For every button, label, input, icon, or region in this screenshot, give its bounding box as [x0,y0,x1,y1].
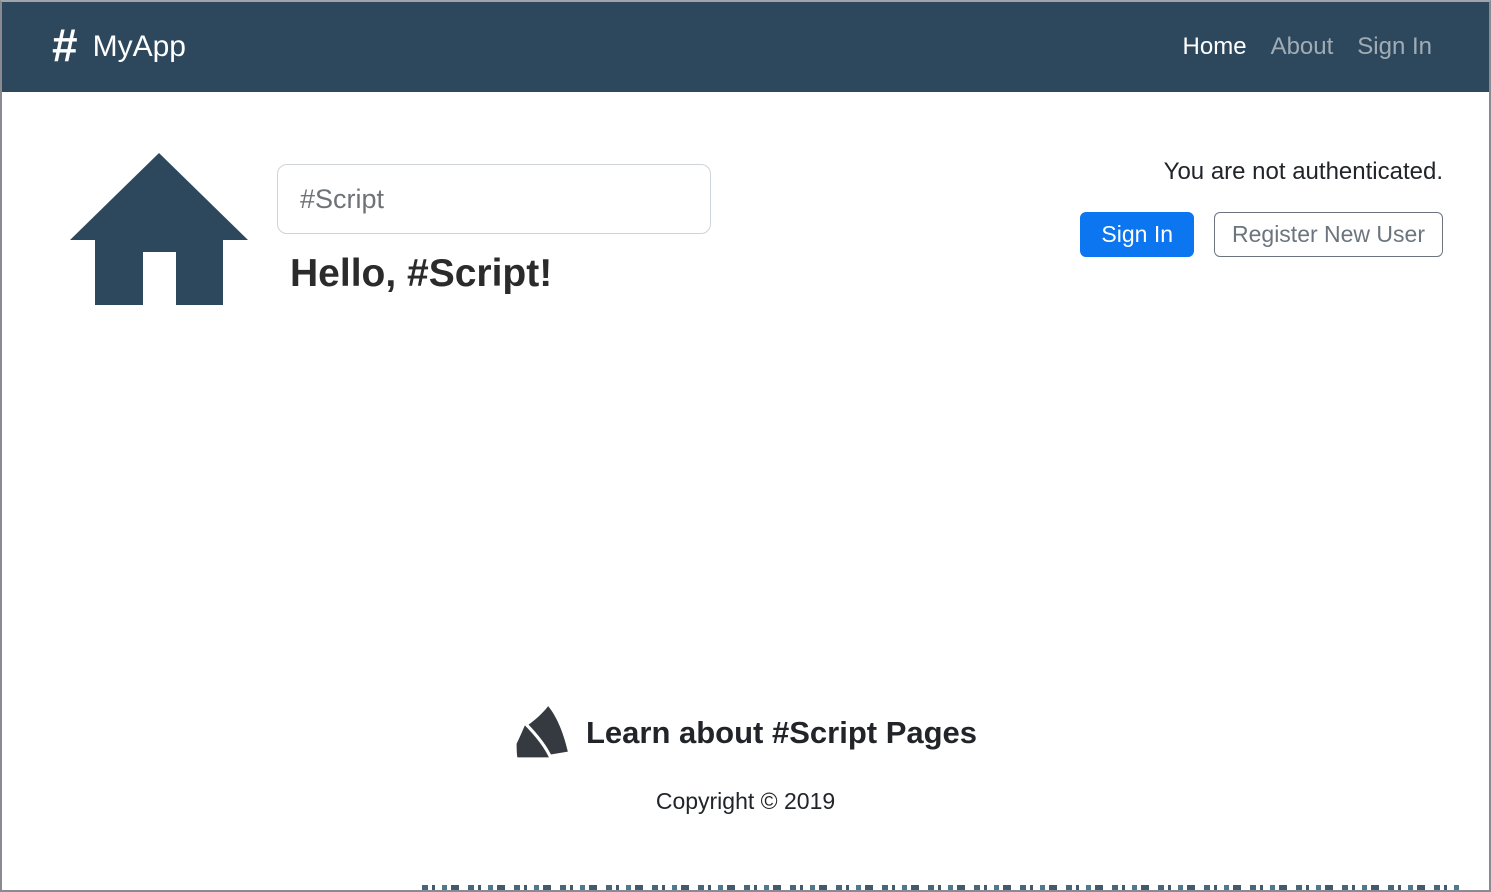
nav-link-sign-in[interactable]: Sign In [1357,33,1432,61]
nav-links: Home About Sign In [1183,33,1432,61]
script-input[interactable] [277,164,711,234]
house-icon [70,153,248,305]
sign-in-button[interactable]: Sign In [1080,212,1194,257]
learn-link-label: Learn about #Script Pages [585,715,978,750]
register-new-user-button[interactable]: Register New User [1214,212,1443,257]
hash-icon: # [52,19,78,71]
shark-fin-icon [513,705,572,761]
clipped-content-top [422,885,1462,890]
nav-link-home[interactable]: Home [1183,33,1247,61]
auth-buttons: Sign In Register New User [1080,212,1443,257]
brand-label: MyApp [92,30,186,63]
navbar: # MyApp Home About Sign In [2,2,1489,92]
nav-link-about[interactable]: About [1271,33,1334,61]
brand-link[interactable]: # MyApp [52,19,186,71]
auth-status-text: You are not authenticated. [1163,158,1443,185]
copyright-text: Copyright © 2019 [655,788,836,814]
learn-about-script-pages-link[interactable]: Learn about #Script Pages [2,705,1489,761]
browser-viewport: # MyApp Home About Sign In Hello, #Scrip… [0,0,1491,892]
greeting-heading: Hello, #Script! [290,252,553,295]
